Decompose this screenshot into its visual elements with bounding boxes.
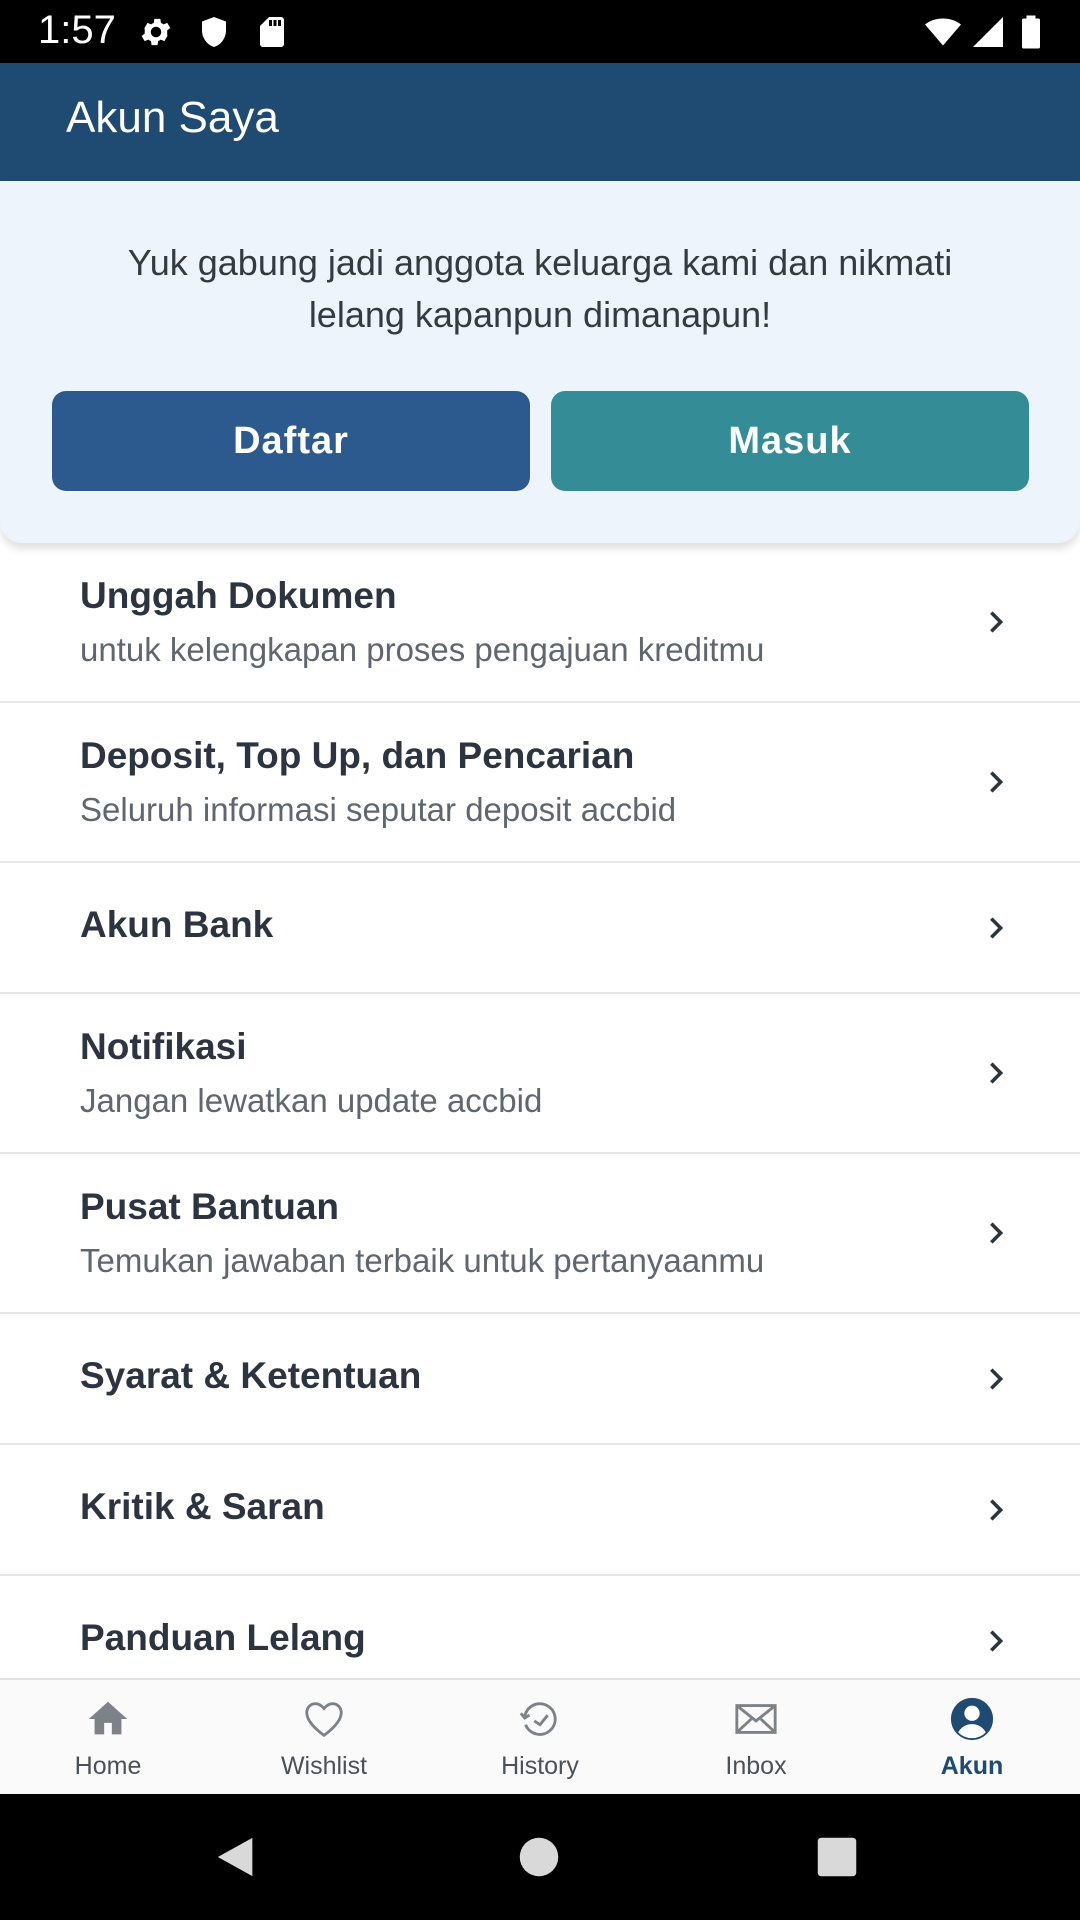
- menu-item-notifikasi[interactable]: Notifikasi Jangan lewatkan update accbid: [0, 994, 1080, 1154]
- menu-item-kritik-saran[interactable]: Kritik & Saran: [0, 1445, 1080, 1576]
- menu-item-subtitle: Temukan jawaban terbaik untuk pertanyaan…: [80, 1242, 765, 1279]
- login-button[interactable]: Masuk: [551, 391, 1029, 491]
- chevron-right-icon: [990, 771, 1004, 793]
- page-title: Akun Saya: [66, 93, 279, 142]
- tab-inbox[interactable]: Inbox: [648, 1680, 864, 1796]
- menu-item-title: Syarat & Ketentuan: [80, 1355, 422, 1396]
- register-button[interactable]: Daftar: [52, 391, 530, 491]
- heart-icon: [305, 1702, 343, 1738]
- sd-card-icon: [260, 17, 284, 47]
- chevron-right-icon: [990, 917, 1004, 939]
- home-icon: [88, 1701, 128, 1735]
- tab-label: Wishlist: [280, 1752, 368, 1780]
- menu-item-subtitle: Jangan lewatkan update accbid: [80, 1082, 543, 1119]
- menu-item-deposit[interactable]: Deposit, Top Up, dan Pencarian Seluruh i…: [0, 703, 1080, 863]
- tab-akun[interactable]: Akun: [864, 1680, 1080, 1796]
- menu-item-title: Panduan Lelang: [80, 1617, 366, 1658]
- back-icon[interactable]: [214, 1834, 260, 1880]
- history-icon: [519, 1702, 557, 1736]
- chevron-right-icon: [990, 1222, 1004, 1244]
- chevron-right-icon: [990, 1630, 1004, 1652]
- tab-label: Akun: [940, 1752, 1004, 1780]
- chevron-right-icon: [990, 1499, 1004, 1521]
- status-bar: 1:57: [0, 0, 1080, 63]
- menu-item-title: Deposit, Top Up, dan Pencarian: [80, 735, 635, 776]
- menu-item-subtitle: Seluruh informasi seputar deposit accbid: [80, 791, 677, 828]
- recents-icon[interactable]: [816, 1836, 858, 1878]
- menu-item-title: Notifikasi: [80, 1026, 247, 1067]
- chevron-right-icon: [990, 1368, 1004, 1390]
- tab-label: Home: [74, 1752, 142, 1780]
- menu-item-pusat-bantuan[interactable]: Pusat Bantuan Temukan jawaban terbaik un…: [0, 1154, 1080, 1314]
- tab-history[interactable]: History: [432, 1680, 648, 1796]
- home-circle-icon[interactable]: [518, 1836, 560, 1878]
- system-nav-bar: [0, 1794, 1080, 1920]
- settings-icon: [141, 18, 171, 46]
- shield-icon: [202, 17, 226, 47]
- account-menu: Unggah Dokumen untuk kelengkapan proses …: [0, 543, 1080, 1678]
- promo-card: Yuk gabung jadi anggota keluarga kami da…: [0, 181, 1080, 543]
- menu-item-subtitle: untuk kelengkapan proses pengajuan kredi…: [80, 631, 765, 668]
- mail-icon: [735, 1704, 777, 1734]
- promo-message: Yuk gabung jadi anggota keluarga kami da…: [127, 242, 953, 335]
- menu-item-panduan-lelang[interactable]: Panduan Lelang: [0, 1576, 1080, 1678]
- battery-icon: [1022, 15, 1040, 49]
- app-bar: Akun Saya: [0, 63, 1080, 181]
- menu-item-title: Kritik & Saran: [80, 1486, 325, 1527]
- chevron-right-icon: [990, 1062, 1004, 1084]
- wifi-icon: [925, 18, 961, 46]
- menu-item-unggah-dokumen[interactable]: Unggah Dokumen untuk kelengkapan proses …: [0, 543, 1080, 703]
- menu-item-title: Unggah Dokumen: [80, 575, 397, 616]
- status-time: 1:57: [38, 8, 116, 52]
- signal-icon: [973, 17, 1003, 47]
- tab-wishlist[interactable]: Wishlist: [216, 1680, 432, 1796]
- menu-item-title: Pusat Bantuan: [80, 1186, 340, 1227]
- account-icon: [950, 1697, 994, 1741]
- bottom-nav: Home Wishlist History Inbox Akun: [0, 1678, 1080, 1796]
- menu-item-akun-bank[interactable]: Akun Bank: [0, 863, 1080, 994]
- tab-home[interactable]: Home: [0, 1680, 216, 1796]
- tab-label: History: [501, 1752, 579, 1780]
- tab-label: Inbox: [725, 1752, 787, 1780]
- menu-item-title: Akun Bank: [80, 904, 274, 945]
- chevron-right-icon: [990, 611, 1004, 633]
- menu-item-syarat-ketentuan[interactable]: Syarat & Ketentuan: [0, 1314, 1080, 1445]
